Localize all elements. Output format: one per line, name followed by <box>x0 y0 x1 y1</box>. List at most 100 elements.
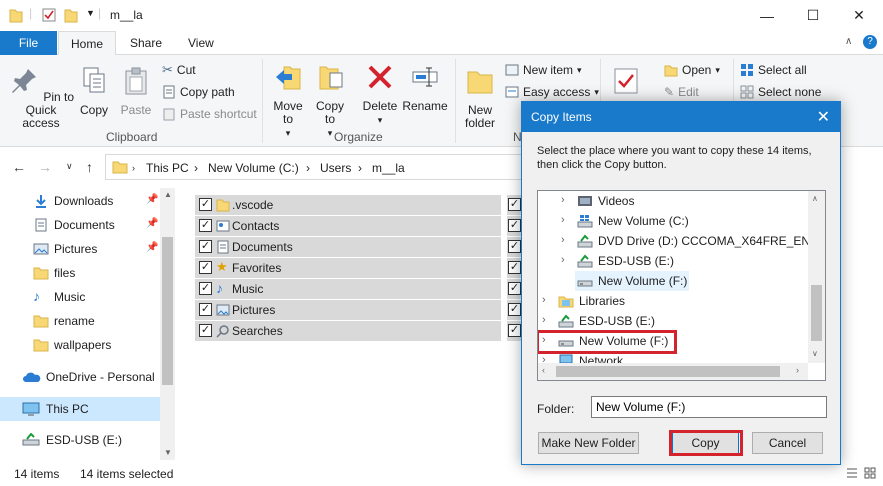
chevron-right-icon[interactable]: › <box>561 214 565 226</box>
nav-item-downloads[interactable]: Downloads 📌 <box>0 189 160 213</box>
chevron-right-icon[interactable]: › <box>561 254 565 266</box>
close-button[interactable]: ✕ <box>836 0 882 31</box>
scroll-down-icon[interactable]: ∨ <box>812 349 818 358</box>
pin-icon[interactable]: 📌 <box>146 194 158 205</box>
up-arrow-icon[interactable]: ↑ <box>86 159 93 175</box>
checkbox[interactable]: ✓ <box>508 198 521 211</box>
checkbox[interactable]: ✓ <box>199 282 212 295</box>
tree-node-esd-usb-root[interactable]: › ESD-USB (E:) <box>538 311 808 331</box>
list-item[interactable]: ✓ <box>507 320 521 341</box>
tree-node-esd-usb[interactable]: › ESD-USB (E:) <box>538 251 808 271</box>
maximize-button[interactable]: ☐ <box>790 0 836 31</box>
list-item[interactable]: ✓ Pictures <box>195 299 501 320</box>
move-to-button[interactable]: Move to ▾ <box>268 61 308 140</box>
tree-node-videos[interactable]: › Videos <box>538 191 808 211</box>
large-icons-view-icon[interactable] <box>864 467 876 479</box>
paste-button[interactable]: Paste <box>118 65 154 117</box>
list-item[interactable]: ✓ <box>507 194 521 215</box>
edit-button[interactable]: ✎ Edit <box>664 82 699 102</box>
back-arrow-icon[interactable]: ← <box>12 159 26 175</box>
tree-node-new-volume-f[interactable]: New Volume (F:) <box>575 271 689 291</box>
dialog-close-icon[interactable]: ✕ <box>817 107 830 127</box>
chevron-right-icon[interactable]: › <box>358 161 362 175</box>
make-new-folder-button[interactable]: Make New Folder <box>538 432 639 454</box>
select-all-button[interactable]: Select all <box>740 60 807 80</box>
nav-item-files[interactable]: files <box>0 261 160 285</box>
list-item[interactable]: ✓ ★ Favorites <box>195 257 501 278</box>
list-item[interactable]: ✓ ♪ Music <box>195 278 501 299</box>
list-item[interactable]: ✓ Searches <box>195 320 501 341</box>
checkbox[interactable]: ✓ <box>508 282 521 295</box>
checkbox[interactable]: ✓ <box>199 324 212 337</box>
minimize-ribbon-icon[interactable]: ∧ <box>845 36 852 47</box>
chevron-right-icon[interactable]: › <box>542 294 546 306</box>
recent-locations-chevron-icon[interactable]: ∨ <box>66 161 73 172</box>
nav-item-pictures[interactable]: Pictures 📌 <box>0 237 160 261</box>
checkbox[interactable]: ✓ <box>199 198 212 211</box>
tree-node-dvd-drive[interactable]: › DVD Drive (D:) CCCOMA_X64FRE_EN-US_DV9 <box>538 231 825 251</box>
scrollbar-thumb[interactable] <box>556 366 780 377</box>
pin-icon[interactable]: 📌 <box>146 218 158 229</box>
checkbox[interactable]: ✓ <box>508 324 521 337</box>
details-view-icon[interactable] <box>846 467 858 479</box>
tree-horizontal-scrollbar[interactable]: ‹ › <box>538 363 808 380</box>
breadcrumb-users[interactable]: Users <box>320 161 351 175</box>
list-item[interactable]: ✓ Contacts <box>195 215 501 236</box>
scrollbar-thumb[interactable] <box>811 285 822 341</box>
tree-vertical-scrollbar[interactable]: ∧ ∨ <box>808 191 825 363</box>
rename-button[interactable]: Rename <box>402 61 448 113</box>
scrollbar-thumb[interactable] <box>162 237 173 385</box>
nav-item-music[interactable]: ♪ Music <box>0 285 160 309</box>
list-item[interactable]: ✓ <box>507 278 521 299</box>
checkbox[interactable]: ✓ <box>508 261 521 274</box>
pin-to-quick-access-button[interactable]: Pin to Quick access <box>6 65 76 130</box>
checkbox[interactable]: ✓ <box>199 240 212 253</box>
open-button[interactable]: Open ▾ <box>664 60 720 80</box>
nav-item-documents[interactable]: Documents 📌 <box>0 213 160 237</box>
new-item-button[interactable]: New item ▾ <box>505 60 582 80</box>
scroll-down-icon[interactable]: ▼ <box>164 448 172 457</box>
checkbox[interactable]: ✓ <box>508 219 521 232</box>
nav-item-rename[interactable]: rename <box>0 309 160 333</box>
tab-share[interactable]: Share <box>118 31 174 55</box>
minimize-button[interactable]: — <box>744 0 790 31</box>
pin-icon[interactable]: 📌 <box>146 242 158 253</box>
list-item[interactable]: ✓ Documents <box>195 236 501 257</box>
chevron-right-icon[interactable]: › <box>132 163 135 173</box>
chevron-right-icon[interactable]: › <box>306 161 310 175</box>
nav-item-esd-usb[interactable]: ESD-USB (E:) <box>0 428 160 452</box>
checkbox[interactable]: ✓ <box>508 240 521 253</box>
help-icon[interactable]: ? <box>863 35 877 49</box>
scroll-up-icon[interactable]: ▲ <box>164 190 172 199</box>
folder-input[interactable] <box>591 396 827 418</box>
list-item[interactable]: ✓ <box>507 215 521 236</box>
list-item[interactable]: ✓ .vscode <box>195 194 501 215</box>
list-item[interactable]: ✓ <box>507 299 521 320</box>
new-folder-icon[interactable] <box>64 7 78 23</box>
select-none-button[interactable]: Select none <box>740 82 821 102</box>
chevron-right-icon[interactable]: › <box>194 161 198 175</box>
tab-file[interactable]: File <box>0 31 57 55</box>
checkbox[interactable]: ✓ <box>199 303 212 316</box>
tab-view[interactable]: View <box>176 31 226 55</box>
chevron-right-icon[interactable]: › <box>561 194 565 206</box>
checkbox[interactable]: ✓ <box>508 303 521 316</box>
list-item[interactable]: ✓ <box>507 236 521 257</box>
customize-quick-access-icon[interactable]: ▼ <box>86 8 95 18</box>
breadcrumb-drive[interactable]: New Volume (C:) <box>208 161 299 175</box>
address-bar[interactable]: › This PC › New Volume (C:) › Users › m_… <box>105 154 525 180</box>
new-folder-button[interactable]: New folder <box>460 65 500 130</box>
nav-item-onedrive[interactable]: OneDrive - Personal <box>0 365 160 389</box>
paste-shortcut-button[interactable]: Paste shortcut <box>162 104 257 124</box>
list-item[interactable]: ✓ <box>507 257 521 278</box>
scroll-left-icon[interactable]: ‹ <box>542 365 545 375</box>
folder-tree[interactable]: › Videos › New Volume (C:) › DVD Drive (… <box>537 190 826 381</box>
cut-button[interactable]: ✂ Cut <box>162 60 196 80</box>
nav-pane-scrollbar[interactable]: ▲ ▼ <box>160 188 175 460</box>
checkbox[interactable]: ✓ <box>199 261 212 274</box>
scroll-up-icon[interactable]: ∧ <box>812 194 818 203</box>
tree-node-libraries[interactable]: › Libraries <box>538 291 808 311</box>
tab-home[interactable]: Home <box>58 31 117 56</box>
copy-path-button[interactable]: Copy path <box>162 82 235 102</box>
nav-item-this-pc[interactable]: This PC <box>0 397 160 421</box>
